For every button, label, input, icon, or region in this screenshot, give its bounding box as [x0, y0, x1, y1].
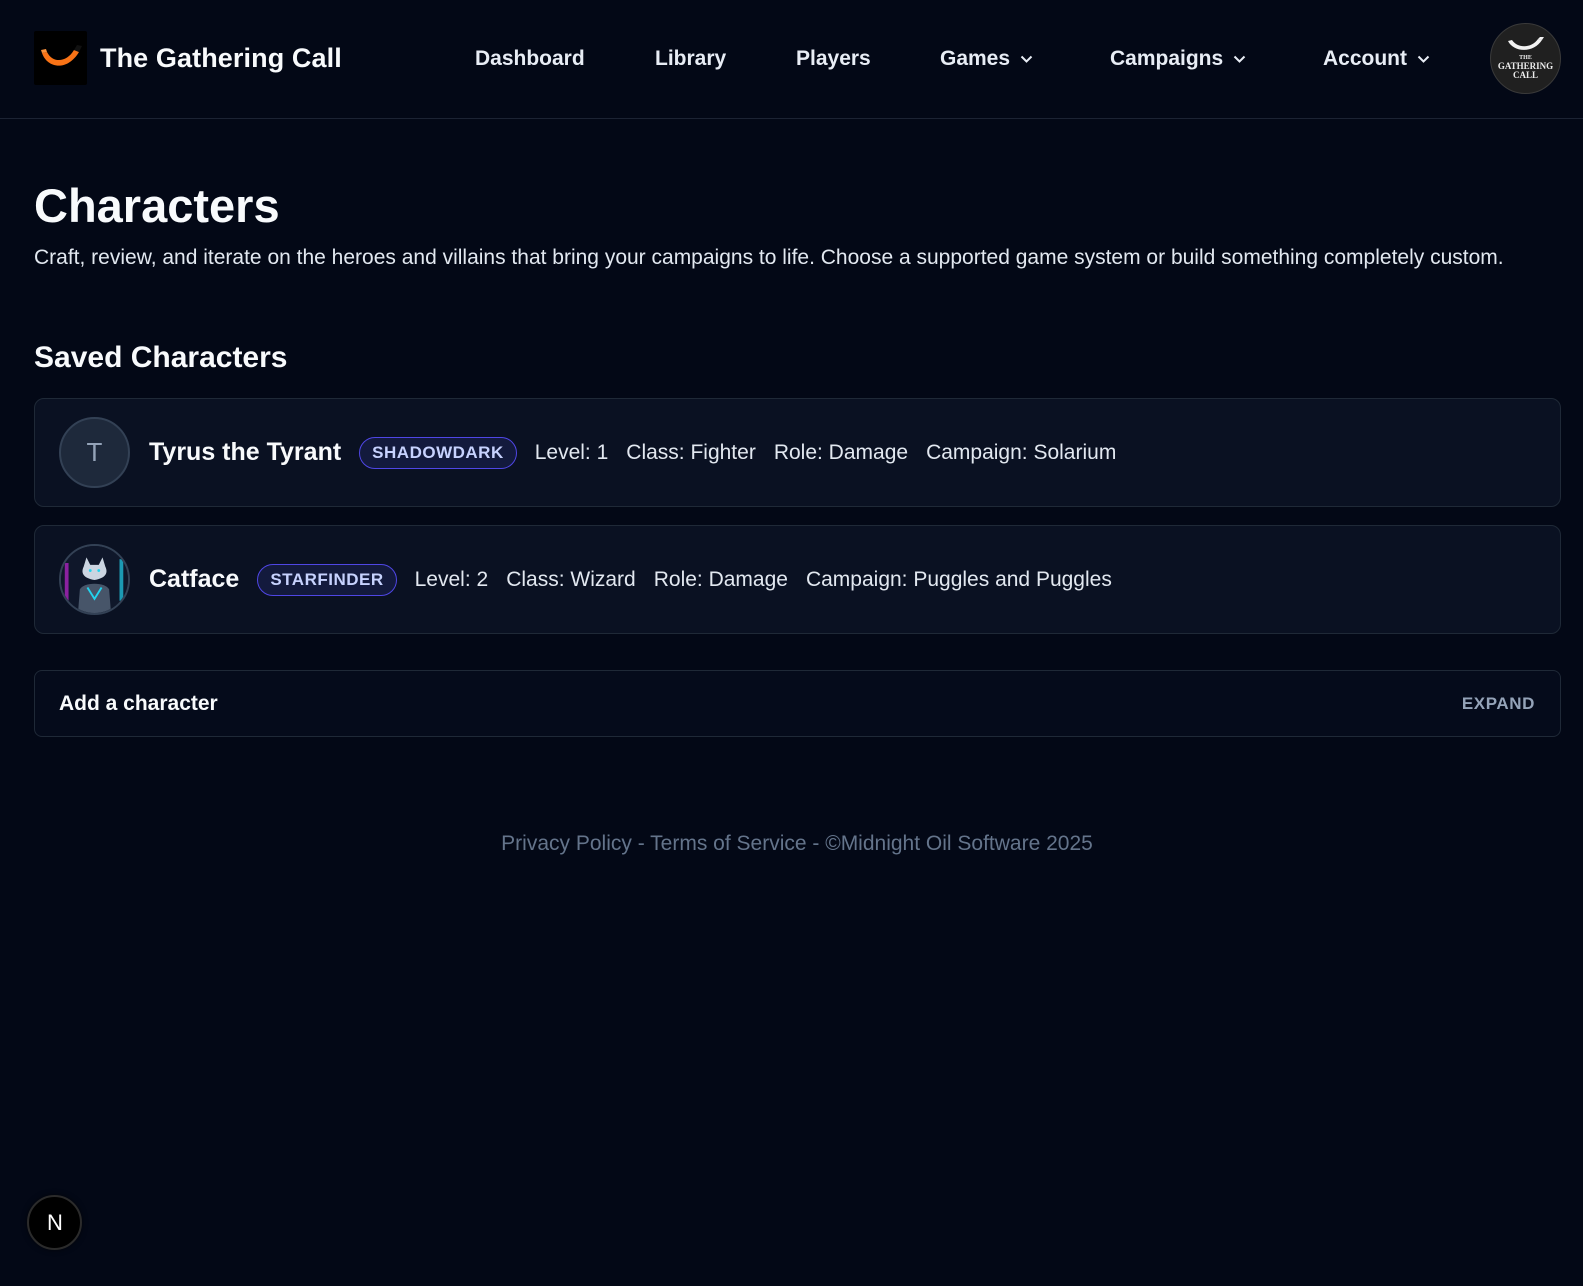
page-title: Characters	[34, 179, 280, 232]
chevron-down-icon	[1417, 55, 1430, 64]
add-character-panel[interactable]: Add a character EXPAND	[34, 670, 1561, 737]
section-title: Saved Characters	[34, 341, 288, 374]
game-system-badge: STARFINDER	[257, 563, 397, 596]
nav-library[interactable]: Library	[655, 44, 726, 74]
character-name: Tyrus the Tyrant	[149, 438, 342, 466]
character-portrait	[59, 544, 130, 615]
user-avatar-button[interactable]: THE GATHERING CALL	[1490, 23, 1561, 94]
game-system-badge: SHADOWDARK	[359, 436, 517, 469]
character-role: Role: Damage	[773, 440, 909, 464]
character-role: Role: Damage	[653, 567, 788, 591]
terms-of-service-link[interactable]: Terms of Service	[650, 832, 806, 855]
n-logo-label: N	[47, 1211, 63, 1235]
character-campaign: Campaign: Puggles and Puggles	[805, 567, 1112, 591]
chevron-down-icon	[1020, 55, 1033, 64]
character-campaign: Campaign: Solarium	[926, 440, 1117, 464]
nav-dashboard[interactable]: Dashboard	[475, 44, 585, 74]
horn-logo-icon	[34, 31, 87, 85]
brand[interactable]: The Gathering Call	[34, 31, 342, 85]
character-card[interactable]: Catface STARFINDER Level: 2 Class: Wizar…	[34, 525, 1561, 634]
nav-players[interactable]: Players	[796, 44, 871, 74]
avatar-initial: T	[86, 437, 103, 467]
footer-separator: -	[631, 832, 651, 855]
expand-button[interactable]: EXPAND	[1462, 694, 1535, 714]
character-class: Class: Fighter	[626, 440, 756, 464]
nav-campaigns[interactable]: Campaigns	[1110, 44, 1246, 74]
brand-name: The Gathering Call	[100, 42, 342, 73]
top-nav: The Gathering Call Dashboard Library Pla…	[0, 0, 1583, 119]
copyright-text: ©Midnight Oil Software 2025	[825, 832, 1093, 855]
character-class: Class: Wizard	[506, 567, 636, 591]
page-description: Craft, review, and iterate on the heroes…	[34, 246, 1504, 269]
character-level: Level: 2	[414, 567, 489, 591]
chevron-down-icon	[1233, 55, 1246, 64]
footer: Privacy Policy - Terms of Service - ©Mid…	[0, 832, 1583, 856]
n-logo-icon: N	[47, 1211, 63, 1235]
privacy-policy-link[interactable]: Privacy Policy	[501, 832, 632, 855]
footer-separator: -	[806, 832, 826, 855]
character-level: Level: 1	[534, 440, 609, 464]
horn-icon	[1507, 37, 1544, 50]
nav-games[interactable]: Games	[940, 44, 1033, 74]
character-name: Catface	[149, 565, 240, 593]
character-avatar: T	[59, 417, 130, 488]
dev-tools-button[interactable]: N	[27, 1195, 82, 1250]
character-card[interactable]: T Tyrus the Tyrant SHADOWDARK Level: 1 C…	[34, 398, 1561, 507]
add-character-label: Add a character	[59, 691, 218, 715]
avatar-text-line: CALL	[1512, 70, 1538, 80]
nav-account[interactable]: Account	[1323, 44, 1430, 74]
